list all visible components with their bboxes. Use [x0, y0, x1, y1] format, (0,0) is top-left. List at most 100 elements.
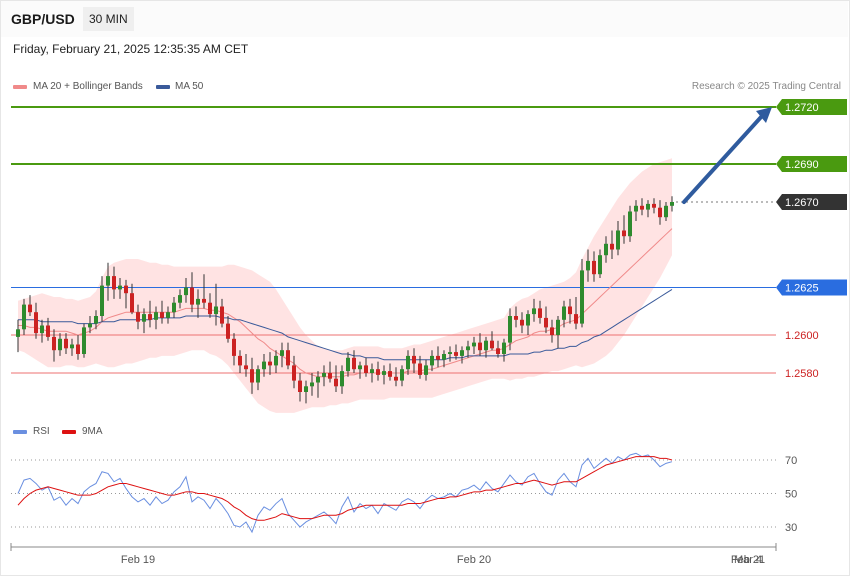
candle-body — [586, 260, 590, 271]
candle-body — [550, 327, 554, 335]
candle-body — [658, 207, 662, 218]
candle-body — [262, 361, 266, 370]
candle-body — [202, 298, 206, 303]
candle-body — [634, 205, 638, 212]
candle-body — [304, 386, 308, 392]
candle-body — [544, 317, 548, 328]
candle-body — [484, 340, 488, 351]
candle-body — [388, 371, 392, 377]
candle-body — [124, 285, 128, 294]
candle-body — [22, 304, 26, 330]
price-chart[interactable]: 1.2720 1.2690 1.2670 1.2625 1.2600 1.2580 30 50… — [0, 0, 850, 576]
candle-body — [436, 355, 440, 360]
candle-body — [610, 243, 614, 250]
candle-body — [376, 369, 380, 375]
candle-body — [430, 355, 434, 366]
candle-body — [394, 376, 398, 381]
level-label-1.2690: 1.2690 — [785, 159, 819, 171]
candle-body — [418, 363, 422, 375]
level-label-1.2600: 1.2600 — [785, 330, 819, 342]
candle — [82, 323, 86, 358]
candle-body — [652, 203, 656, 208]
candle-body — [220, 306, 224, 324]
candle-body — [568, 306, 572, 315]
candle-body — [292, 365, 296, 381]
candle-body — [190, 287, 194, 305]
candle-body — [148, 314, 152, 320]
candle-body — [130, 293, 134, 313]
candle-body — [184, 287, 188, 296]
candle-body — [358, 365, 362, 370]
candle-body — [280, 350, 284, 356]
candle-body — [268, 361, 272, 366]
candle-body — [34, 312, 38, 334]
candle-body — [454, 352, 458, 356]
candle-body — [88, 323, 92, 328]
candle-body — [310, 382, 314, 387]
candle-body — [166, 312, 170, 318]
candle-body — [562, 306, 566, 320]
candle-body — [28, 304, 32, 313]
time-axis: Feb 19 Feb 20 Feb 21Mar 4 — [10, 543, 777, 566]
candle-body — [592, 260, 596, 275]
time-tick-label: Mar 4 — [734, 554, 762, 566]
candle-body — [76, 344, 80, 354]
time-tick-label: Feb 20 — [457, 554, 491, 566]
candle-body — [40, 325, 44, 334]
candle-body — [490, 340, 494, 349]
rsi-line — [17, 452, 673, 534]
time-tick-label: Feb 19 — [121, 554, 155, 566]
candle-body — [178, 295, 182, 303]
candle-body — [412, 355, 416, 364]
candle-body — [136, 312, 140, 322]
candle-body — [142, 314, 146, 322]
candle-body — [160, 312, 164, 318]
candle-body — [406, 355, 410, 370]
candle-body — [598, 255, 602, 275]
candle-body — [508, 316, 512, 343]
candle-body — [196, 298, 200, 305]
candle-body — [328, 373, 332, 379]
candle-body — [424, 365, 428, 375]
candle-body — [640, 205, 644, 210]
candle-body — [448, 352, 452, 354]
rsi-tick-50: 50 — [785, 489, 797, 501]
candle-body — [352, 357, 356, 370]
level-label-1.2625: 1.2625 — [785, 283, 819, 295]
candle-body — [370, 369, 374, 373]
rsi-tick-70: 70 — [785, 455, 797, 467]
candle-body — [52, 336, 56, 351]
candle-body — [466, 346, 470, 351]
candle-body — [298, 380, 302, 392]
candle-body — [364, 365, 368, 373]
candle-body — [346, 357, 350, 372]
candle-body — [502, 342, 506, 354]
candle-body — [118, 285, 122, 290]
candle-body — [340, 371, 344, 387]
projection-arrow — [682, 114, 764, 204]
candle-body — [286, 350, 290, 366]
level-label-1.2580: 1.2580 — [785, 368, 819, 380]
candle-body — [622, 230, 626, 237]
candle-body — [172, 302, 176, 313]
candle-body — [604, 243, 608, 256]
candle-body — [382, 371, 386, 375]
candle-body — [664, 205, 668, 218]
candle-body — [64, 338, 68, 349]
candle-body — [472, 342, 476, 347]
candle-body — [400, 369, 404, 381]
candle-body — [82, 327, 86, 354]
candle-body — [274, 355, 278, 366]
candle-body — [334, 378, 338, 387]
candle-body — [154, 312, 158, 320]
candle-body — [442, 354, 446, 360]
rsi-tick-30: 30 — [785, 522, 797, 534]
candle-body — [100, 285, 104, 316]
candle-body — [256, 369, 260, 383]
level-label-1.2670: 1.2670 — [785, 197, 819, 209]
candle-body — [226, 323, 230, 339]
candle-body — [232, 338, 236, 356]
candle-body — [574, 314, 578, 324]
candle-body — [238, 355, 242, 366]
rsi-ma-line — [17, 456, 673, 521]
